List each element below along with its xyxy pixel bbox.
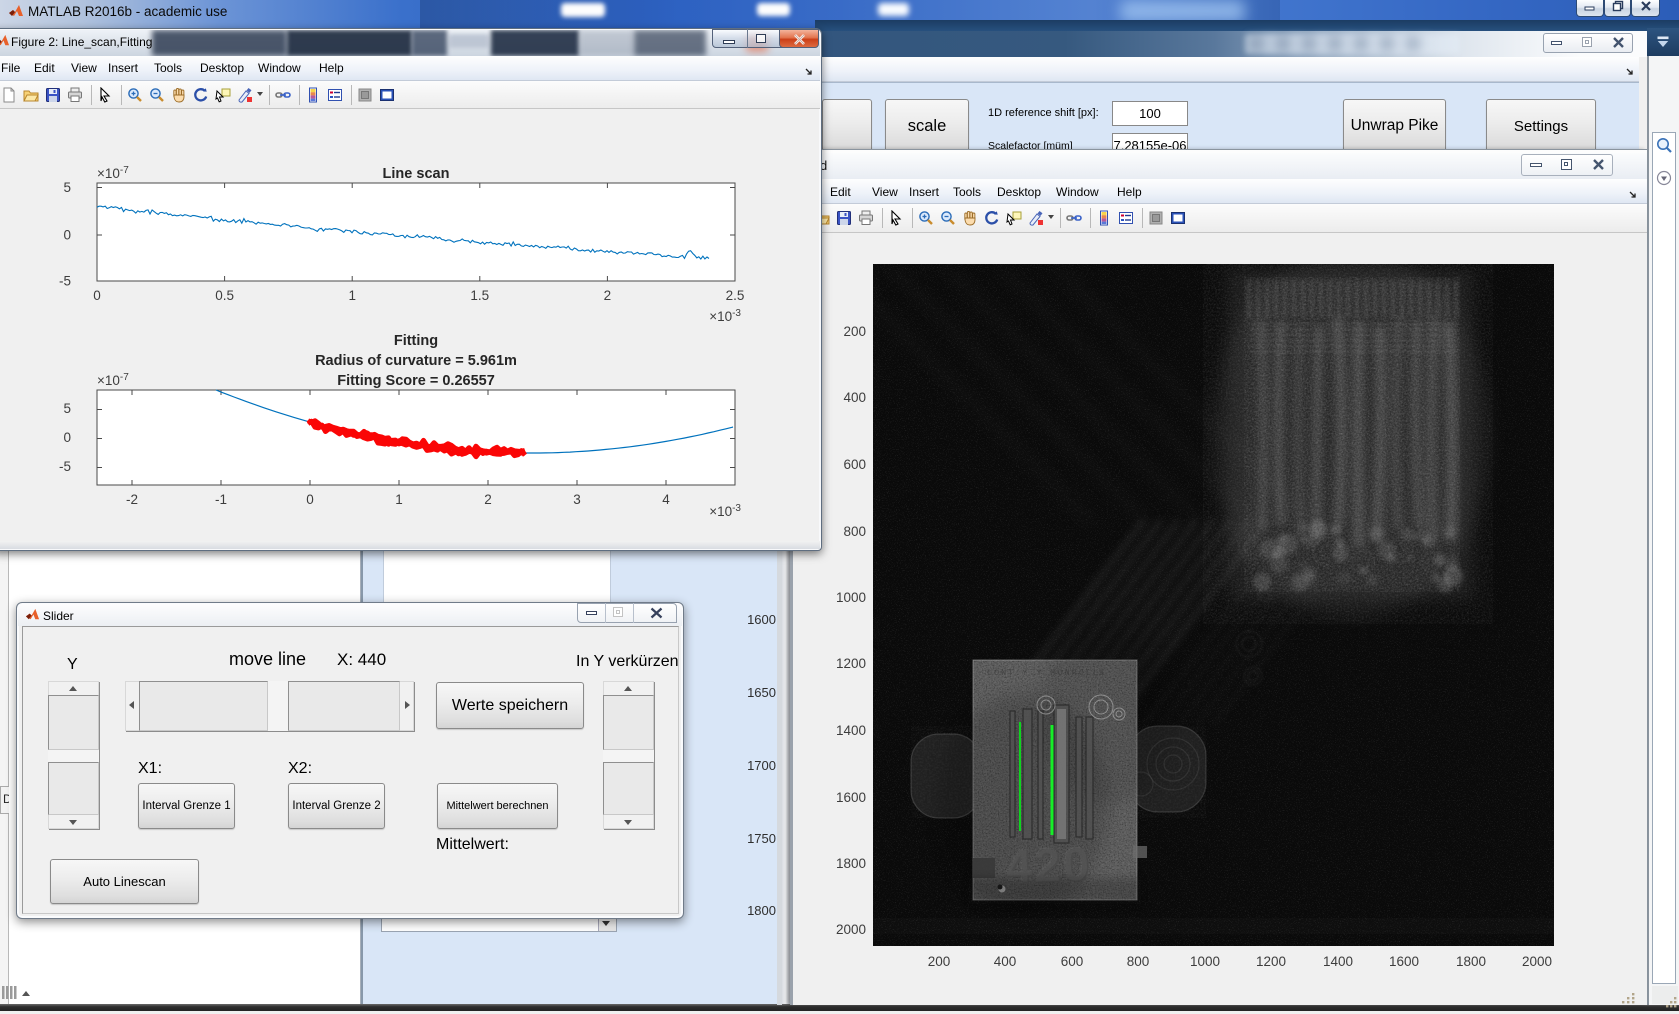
svg-text:4: 4 <box>662 492 670 507</box>
svg-text:0: 0 <box>93 288 101 303</box>
svg-text:1: 1 <box>395 492 403 507</box>
svg-text:1: 1 <box>348 288 356 303</box>
svg-text:2: 2 <box>604 288 612 303</box>
svg-text:Fitting: Fitting <box>394 333 438 349</box>
svg-text:×10-3: ×10-3 <box>709 308 741 324</box>
svg-text:-5: -5 <box>59 274 71 289</box>
svg-text:Line scan: Line scan <box>383 166 450 182</box>
svg-text:×10-7: ×10-7 <box>97 372 129 388</box>
svg-text:Radius of curvature = 5.961m: Radius of curvature = 5.961m <box>315 353 517 369</box>
svg-text:-5: -5 <box>59 459 71 474</box>
svg-text:0.5: 0.5 <box>215 288 234 303</box>
svg-text:0: 0 <box>306 492 314 507</box>
svg-text:-1: -1 <box>215 492 227 507</box>
svg-text:0: 0 <box>63 430 71 445</box>
svg-text:3: 3 <box>573 492 581 507</box>
svg-text:5: 5 <box>63 180 71 195</box>
svg-text:2: 2 <box>484 492 492 507</box>
svg-text:Fitting Score = 0.26557: Fitting Score = 0.26557 <box>337 373 495 389</box>
svg-text:-2: -2 <box>126 492 138 507</box>
svg-text:0: 0 <box>63 228 71 243</box>
svg-text:5: 5 <box>63 401 71 416</box>
svg-text:×10-3: ×10-3 <box>709 503 741 519</box>
svg-text:1.5: 1.5 <box>470 288 489 303</box>
svg-text:2.5: 2.5 <box>726 288 745 303</box>
svg-text:×10-7: ×10-7 <box>97 165 129 181</box>
svg-text:CONT.Y.Y MONROLLE: CONT.Y.Y MONROLLE <box>987 668 1105 678</box>
